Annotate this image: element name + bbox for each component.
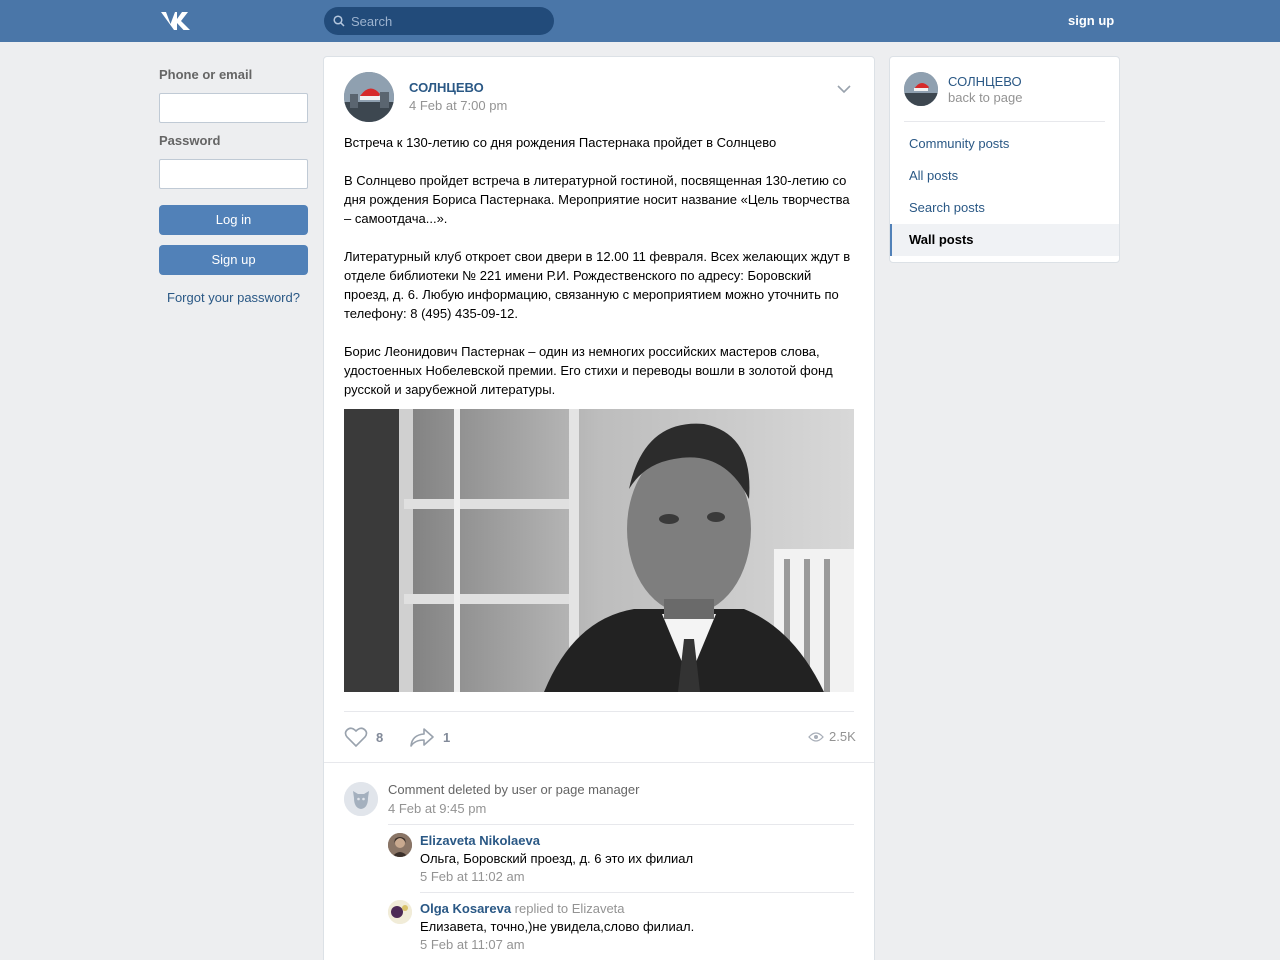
post-paragraph: Борис Леонидович Пастернак – один из нем… — [344, 344, 833, 397]
sidebar-community-name[interactable]: СОЛНЦЕВО — [948, 74, 1022, 89]
login-button[interactable]: Log in — [159, 205, 308, 235]
comment-date[interactable]: 5 Feb at 11:02 am — [420, 869, 525, 884]
post-date[interactable]: 4 Feb at 7:00 pm — [409, 98, 507, 113]
post-paragraph: В Солнцево пройдет встреча в литературно… — [344, 173, 850, 226]
eye-icon — [808, 731, 824, 742]
post-text: Встреча к 130-летию со дня рождения Паст… — [344, 133, 856, 418]
like-count: 8 — [376, 729, 384, 745]
default-avatar-dog-icon — [344, 782, 378, 816]
share-icon — [410, 728, 434, 747]
post-paragraph: Литературный клуб откроет свои двери в 1… — [344, 249, 851, 321]
login-form: Phone or email Password Log in Sign up F… — [159, 57, 309, 305]
sidebar-item-wall-posts[interactable]: Wall posts — [890, 224, 1119, 256]
sidebar-item-community-posts[interactable]: Community posts — [890, 128, 1119, 160]
top-header: sign up — [0, 0, 1280, 42]
comments-separator — [324, 762, 874, 763]
community-avatar-small[interactable] — [904, 72, 938, 106]
comment-author-link[interactable]: Olga Kosareva replied to Elizaveta — [420, 901, 625, 916]
vk-logo[interactable] — [159, 10, 193, 32]
password-label: Password — [159, 133, 221, 148]
comment-author-name[interactable]: Olga Kosareva — [420, 901, 511, 916]
commenter-avatar[interactable] — [388, 833, 412, 857]
community-avatar[interactable] — [344, 72, 394, 122]
header-signup-link[interactable]: sign up — [1068, 13, 1114, 28]
views-counter: 2.5K — [808, 729, 856, 744]
like-button[interactable]: 8 — [344, 725, 383, 749]
comment-divider — [388, 824, 854, 825]
comment-date[interactable]: 4 Feb at 9:45 pm — [388, 801, 486, 816]
views-count: 2.5K — [829, 729, 856, 744]
replied-to-label: replied to Elizaveta — [514, 901, 625, 916]
post-author-link[interactable]: СОЛНЦЕВО — [409, 80, 484, 95]
phone-email-field[interactable] — [159, 93, 308, 123]
back-to-page-link[interactable]: back to page — [948, 90, 1022, 105]
comment-divider — [420, 892, 854, 893]
password-field[interactable] — [159, 159, 308, 189]
post-divider — [344, 711, 854, 712]
share-button[interactable]: 1 — [409, 725, 450, 749]
heart-icon — [344, 727, 368, 748]
sidebar-item-all-posts[interactable]: All posts — [890, 160, 1119, 192]
post-paragraph: Встреча к 130-летию со дня рождения Паст… — [344, 135, 777, 150]
right-sidebar: СОЛНЦЕВО back to page Community posts Al… — [889, 56, 1120, 263]
sidebar-item-search-posts[interactable]: Search posts — [890, 192, 1119, 224]
post-photo[interactable] — [344, 409, 854, 692]
deleted-comment-text: Comment deleted by user or page manager — [388, 782, 640, 797]
comment-date[interactable]: 5 Feb at 11:07 am — [420, 937, 525, 952]
sidebar-divider — [904, 121, 1105, 122]
comment-text: Елизавета, точно,)не увидела,слово филиа… — [420, 919, 695, 934]
forgot-password-link[interactable]: Forgot your password? — [159, 290, 308, 305]
chevron-down-icon[interactable] — [836, 83, 852, 95]
commenter-avatar[interactable] — [388, 900, 412, 924]
signup-button[interactable]: Sign up — [159, 245, 308, 275]
share-count: 1 — [443, 729, 451, 745]
search-box[interactable] — [324, 7, 554, 35]
search-icon — [333, 15, 345, 27]
wall-post: СОЛНЦЕВО 4 Feb at 7:00 pm Встреча к 130-… — [323, 56, 875, 960]
search-input[interactable] — [351, 7, 546, 35]
phone-label: Phone or email — [159, 67, 253, 82]
comment-text: Ольга, Боровский проезд, д. 6 это их фил… — [420, 851, 694, 866]
comment-author-link[interactable]: Elizaveta Nikolaeva — [420, 833, 540, 848]
